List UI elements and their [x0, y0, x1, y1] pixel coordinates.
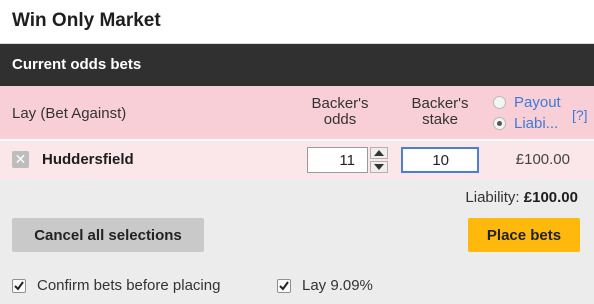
section-title: Current odds bets: [12, 56, 142, 73]
liability-total: £100.00: [523, 189, 578, 206]
confirm-bets-label[interactable]: Confirm bets before placing: [37, 277, 220, 294]
bet-type-label: Lay (Bet Against): [12, 105, 127, 122]
payout-radio[interactable]: [493, 96, 506, 109]
odds-header-line2: odds: [323, 111, 357, 128]
triangle-up-icon: [374, 150, 384, 156]
backers-stake-header: Backer's stake: [400, 96, 480, 128]
lay-percentage-checkbox[interactable]: [277, 278, 291, 293]
triangle-down-icon: [374, 164, 384, 170]
lay-column-header: Lay (Bet Against) Backer's odds Backer's…: [0, 86, 594, 140]
market-title: Win Only Market: [0, 0, 594, 44]
liability-radio-option[interactable]: Liabi...: [493, 115, 558, 132]
odds-input[interactable]: [307, 147, 368, 173]
cancel-all-selections-button[interactable]: Cancel all selections: [12, 218, 204, 252]
backers-odds-header: Backer's odds: [300, 96, 380, 128]
confirm-bets-checkbox[interactable]: [12, 278, 26, 293]
runner-name: Huddersfield: [42, 151, 134, 168]
checkmark-icon: [14, 280, 24, 291]
odds-header-line1: Backer's: [311, 95, 369, 112]
market-title-text: Win Only Market: [12, 10, 161, 31]
odds-stepper[interactable]: [370, 147, 388, 173]
lay-percentage-option[interactable]: Lay 9.09%: [277, 277, 373, 294]
selection-row: ✕ Huddersfield £100.00: [0, 141, 594, 179]
liability-radio[interactable]: [493, 117, 506, 130]
remove-selection-button[interactable]: ✕: [12, 151, 29, 168]
selection-liability: £100.00: [515, 151, 570, 168]
liability-radio-label[interactable]: Liabi...: [514, 115, 558, 132]
close-icon: ✕: [14, 151, 27, 167]
help-link[interactable]: [?]: [572, 107, 588, 123]
stake-header-line1: Backer's: [411, 95, 469, 112]
betslip-footer: Liability: £100.00 Cancel all selections…: [0, 179, 594, 304]
checkmark-icon: [279, 280, 289, 291]
place-bets-button[interactable]: Place bets: [468, 218, 580, 252]
stake-input[interactable]: [401, 147, 479, 173]
odds-increase-button[interactable]: [370, 147, 388, 159]
total-liability: Liability: £100.00: [465, 189, 578, 206]
odds-decrease-button[interactable]: [370, 161, 388, 173]
payout-radio-option[interactable]: Payout: [493, 94, 561, 111]
payout-radio-label[interactable]: Payout: [514, 94, 561, 111]
liability-label: Liability:: [465, 189, 520, 206]
current-odds-bets-header: Current odds bets: [0, 44, 594, 86]
lay-percentage-label[interactable]: Lay 9.09%: [302, 277, 373, 294]
confirm-bets-option[interactable]: Confirm bets before placing: [12, 277, 220, 294]
stake-header-line2: stake: [422, 111, 458, 128]
